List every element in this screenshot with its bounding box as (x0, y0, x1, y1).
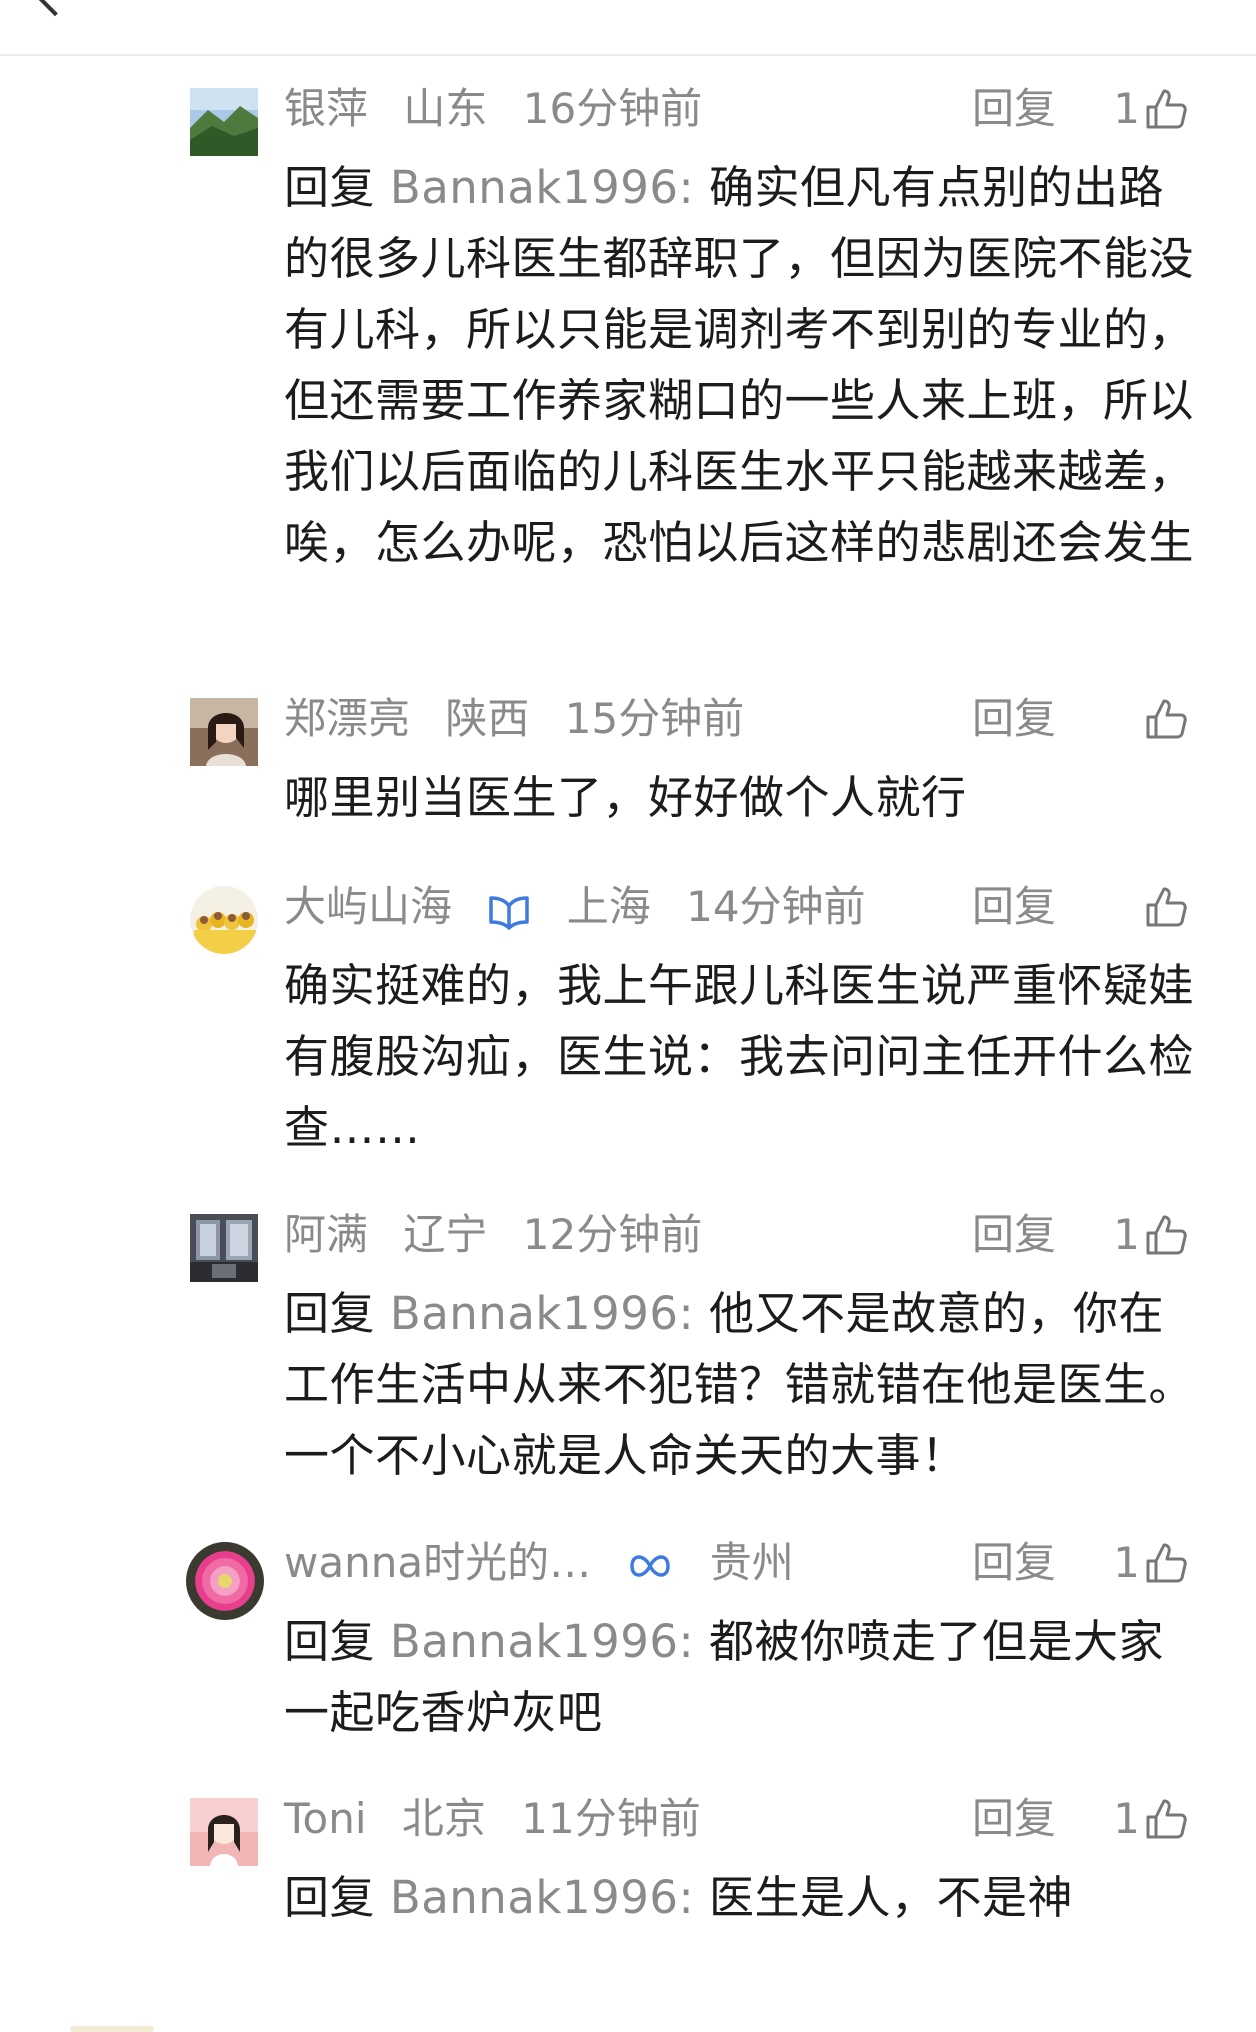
comment-content: 医生是人，不是神 (708, 1871, 1073, 1924)
avatar[interactable] (190, 886, 258, 954)
comment-content: 哪里别当医生了，好好做个人就行 (284, 771, 967, 824)
comment-actions: 回复 1 (972, 78, 1190, 140)
comment-actions: 回复 (972, 876, 1190, 938)
timestamp: 15分钟前 (564, 694, 745, 743)
reply-button[interactable]: 回复 (972, 1204, 1056, 1266)
reply-button[interactable]: 回复 (972, 876, 1056, 938)
comment-text: 回复 Bannak1996: 他又不是故意的，你在工作生活中从来不犯错？错就错在… (284, 1278, 1194, 1491)
timestamp: 11分钟前 (521, 1794, 701, 1843)
thumbs-up-icon[interactable] (1142, 695, 1190, 743)
comment-actions: 回复 1 (972, 1532, 1190, 1594)
avatar[interactable] (190, 1798, 258, 1866)
reply-target-user[interactable]: Bannak1996: (390, 1287, 694, 1340)
infinity-badge-icon (630, 1554, 671, 1577)
comment-meta: 郑漂亮 陕西 15分钟前 (284, 688, 766, 750)
bottom-tab-indicator (70, 2026, 154, 2032)
like-count: 1 (1113, 84, 1140, 133)
comment-meta: 银萍 山东 16分钟前 (284, 78, 724, 140)
location: 山东 (403, 84, 488, 133)
comment-text: 确实挺难的，我上午跟儿科医生说严重怀疑娃有腹股沟疝，医生说：我去问问主任开什么检… (284, 950, 1194, 1163)
reply-button[interactable]: 回复 (972, 78, 1056, 140)
comment-meta: Toni 北京 11分钟前 (284, 1788, 723, 1850)
timestamp: 12分钟前 (522, 1210, 703, 1259)
location: 陕西 (445, 694, 530, 743)
comment-actions: 回复 1 (972, 1204, 1190, 1266)
reply-button[interactable]: 回复 (972, 688, 1056, 750)
location: 北京 (401, 1794, 486, 1843)
thumbs-up-icon[interactable] (1142, 883, 1190, 931)
reply-prefix: 回复 (284, 1615, 376, 1668)
timestamp: 16分钟前 (522, 84, 703, 133)
comment-content: 确实挺难的，我上午跟儿科医生说严重怀疑娃有腹股沟疝，医生说：我去问问主任开什么检… (284, 959, 1195, 1154)
comment-text: 回复 Bannak1996: 确实但凡有点别的出路的很多儿科医生都辞职了，但因为… (284, 152, 1194, 578)
book-badge-icon (489, 895, 530, 930)
username[interactable]: Toni (284, 1794, 367, 1843)
reply-target-user[interactable]: Bannak1996: (390, 1615, 694, 1668)
avatar[interactable] (190, 88, 258, 156)
username[interactable]: wanna时光的… (284, 1538, 591, 1587)
location: 辽宁 (403, 1210, 488, 1259)
comment-actions: 回复 (972, 688, 1190, 750)
reply-prefix: 回复 (284, 1287, 376, 1340)
chevron-left-icon[interactable] (33, 0, 77, 17)
avatar[interactable] (186, 1542, 264, 1620)
reply-prefix: 回复 (284, 161, 376, 214)
comment-text: 哪里别当医生了，好好做个人就行 (284, 762, 1194, 833)
username[interactable]: 郑漂亮 (284, 694, 410, 743)
thumbs-up-icon[interactable] (1142, 1539, 1190, 1587)
comment-text: 回复 Bannak1996: 医生是人，不是神 (284, 1862, 1194, 1933)
reply-button[interactable]: 回复 (972, 1788, 1056, 1850)
reply-prefix: 回复 (284, 1871, 376, 1924)
reply-target-user[interactable]: Bannak1996: (390, 1871, 694, 1924)
comment-meta: wanna时光的… 贵州 (284, 1532, 838, 1594)
comment-actions: 回复 1 (972, 1788, 1190, 1850)
thumbs-up-icon[interactable] (1142, 1211, 1190, 1259)
comment-content: 确实但凡有点别的出路的很多儿科医生都辞职了，但因为医院不能没有儿科，所以只能是调… (284, 161, 1195, 569)
location: 贵州 (709, 1538, 794, 1587)
username[interactable]: 银萍 (284, 84, 368, 133)
top-bar (0, 0, 1256, 56)
like-count: 1 (1113, 1210, 1140, 1259)
reply-button[interactable]: 回复 (972, 1532, 1056, 1594)
comment-text: 回复 Bannak1996: 都被你喷走了但是大家一起吃香炉灰吧 (284, 1606, 1194, 1748)
like-count: 1 (1113, 1538, 1140, 1587)
location: 上海 (566, 882, 651, 931)
username[interactable]: 大屿山海 (284, 882, 452, 931)
timestamp: 14分钟前 (686, 882, 866, 931)
thumbs-up-icon[interactable] (1142, 85, 1190, 133)
username[interactable]: 阿满 (284, 1210, 368, 1259)
avatar[interactable] (190, 698, 258, 766)
thumbs-up-icon[interactable] (1142, 1795, 1190, 1843)
comment-meta: 大屿山海 上海 14分钟前 (284, 876, 888, 938)
comment-meta: 阿满 辽宁 12分钟前 (284, 1204, 724, 1266)
reply-target-user[interactable]: Bannak1996: (390, 161, 694, 214)
avatar[interactable] (190, 1214, 258, 1282)
like-count: 1 (1113, 1794, 1140, 1843)
